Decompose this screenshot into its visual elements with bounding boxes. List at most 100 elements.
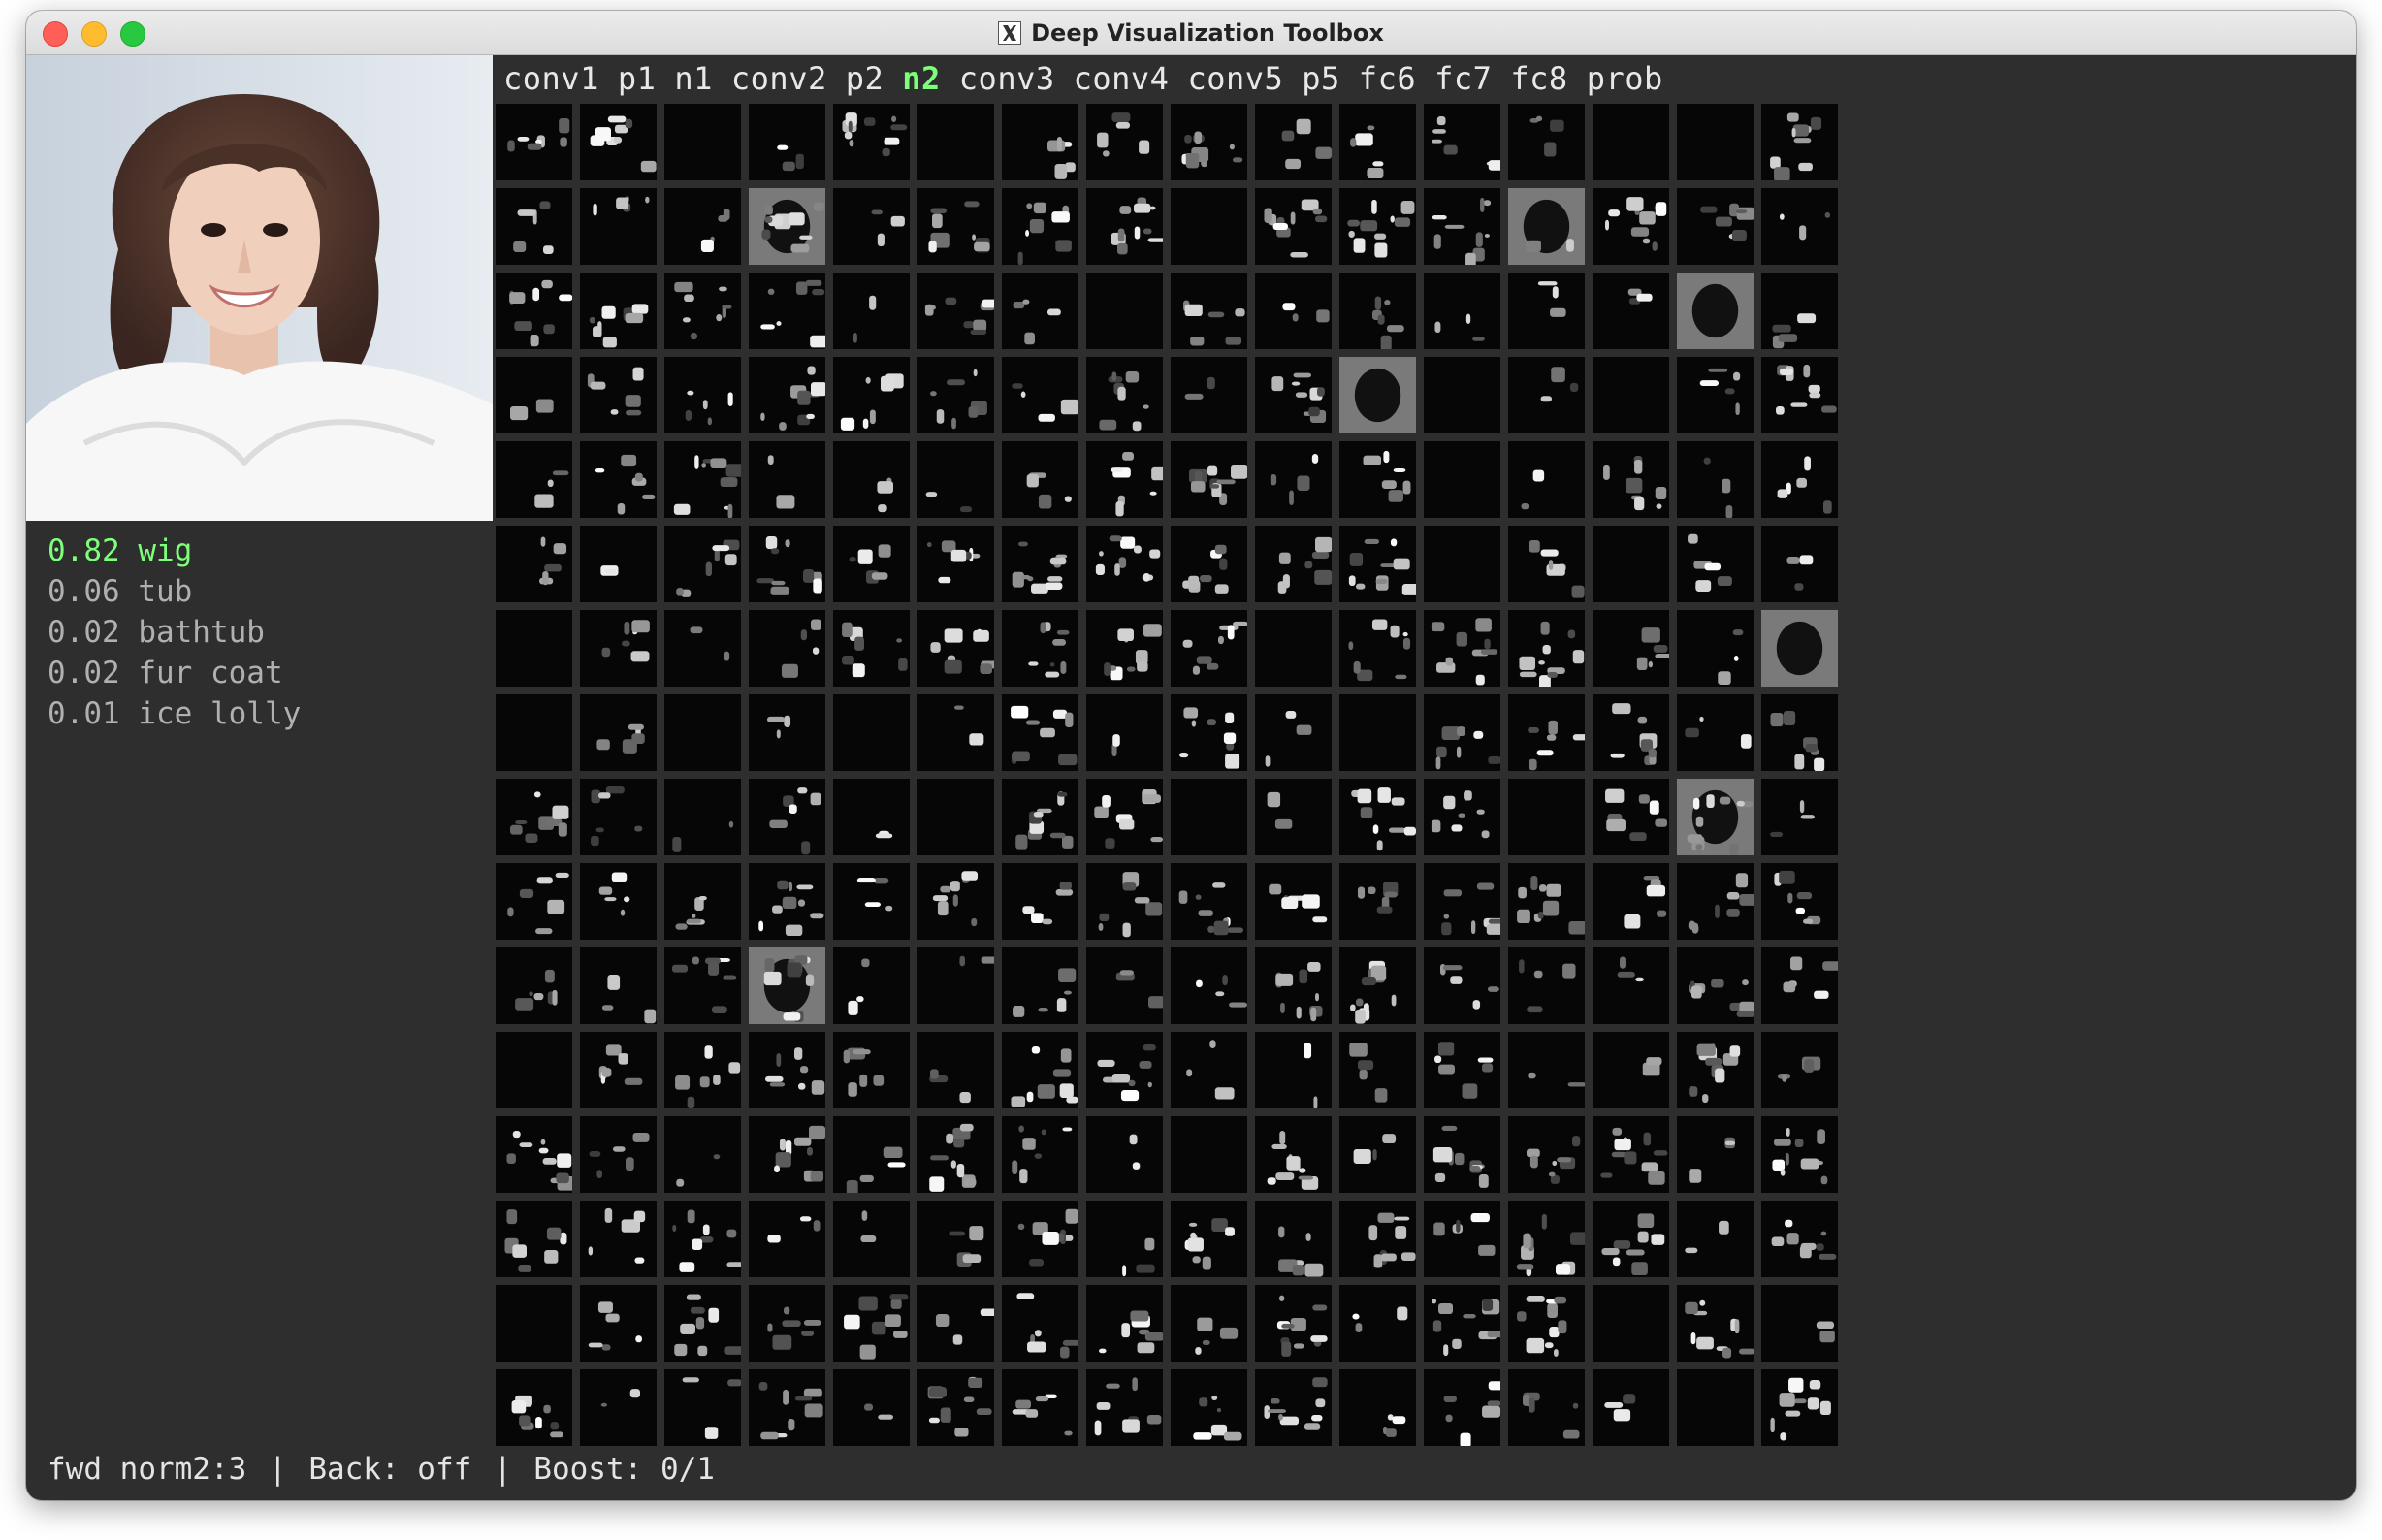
feature-map-cell[interactable] [833,1369,910,1446]
feature-map-cell[interactable] [1255,947,1332,1024]
feature-map-cell[interactable] [1086,779,1163,855]
feature-map-cell[interactable] [1761,947,1838,1024]
feature-map-cell[interactable] [917,1201,994,1277]
layer-tab-fc6[interactable]: fc6 [1359,60,1416,97]
feature-map-cell[interactable] [1424,1116,1500,1193]
layer-tab-n1[interactable]: n1 [674,60,713,97]
feature-map-cell[interactable] [580,441,657,518]
layer-tab-p1[interactable]: p1 [618,60,657,97]
feature-map-cell[interactable] [1761,610,1838,687]
feature-map-cell[interactable] [1086,694,1163,771]
feature-map-cell[interactable] [833,188,910,265]
feature-map-cell[interactable] [1339,441,1416,518]
feature-map-cell[interactable] [1339,1116,1416,1193]
feature-map-cell[interactable] [1171,1201,1247,1277]
feature-map-cell[interactable] [1761,1285,1838,1362]
feature-map-cell[interactable] [833,863,910,940]
feature-map-cell[interactable] [1677,610,1754,687]
feature-map-cell[interactable] [917,694,994,771]
feature-map-cell[interactable] [580,863,657,940]
feature-map-cell[interactable] [1002,526,1078,602]
feature-map-cell[interactable] [833,610,910,687]
layer-tab-conv1[interactable]: conv1 [503,60,599,97]
feature-map-cell[interactable] [580,273,657,349]
feature-map-cell[interactable] [917,357,994,433]
feature-map-cell[interactable] [1677,1201,1754,1277]
feature-map-cell[interactable] [1171,947,1247,1024]
layer-tab-fc8[interactable]: fc8 [1510,60,1567,97]
feature-map-cell[interactable] [833,273,910,349]
feature-map-cell[interactable] [1002,1201,1078,1277]
feature-map-cell[interactable] [496,441,572,518]
feature-map-cell[interactable] [1086,441,1163,518]
feature-map-cell[interactable] [1086,188,1163,265]
feature-map-cell[interactable] [664,1369,741,1446]
feature-map-cell[interactable] [1171,863,1247,940]
feature-map-cell[interactable] [1002,694,1078,771]
feature-map-cell[interactable] [664,1201,741,1277]
feature-map-cell[interactable] [1002,441,1078,518]
feature-map-cell[interactable] [496,526,572,602]
feature-map-cell[interactable] [1508,1201,1585,1277]
feature-map-cell[interactable] [1086,947,1163,1024]
feature-map-cell[interactable] [1761,1032,1838,1108]
feature-map-cell[interactable] [1761,1369,1838,1446]
feature-map-cell[interactable] [1508,1032,1585,1108]
feature-map-cell[interactable] [1761,694,1838,771]
feature-map-cell[interactable] [1255,1369,1332,1446]
feature-map-cell[interactable] [749,1285,825,1362]
layer-tab-conv5[interactable]: conv5 [1187,60,1283,97]
feature-map-cell[interactable] [1339,610,1416,687]
feature-map-cell[interactable] [1002,1285,1078,1362]
feature-map-cell[interactable] [1086,273,1163,349]
feature-map-cell[interactable] [833,779,910,855]
feature-map-cell[interactable] [1255,188,1332,265]
feature-map-cell[interactable] [1086,1369,1163,1446]
feature-map-cell[interactable] [1086,1201,1163,1277]
feature-map-cell[interactable] [664,104,741,180]
feature-map-cell[interactable] [1339,779,1416,855]
feature-map-cell[interactable] [1593,610,1669,687]
feature-map-cell[interactable] [1255,526,1332,602]
feature-map-cell[interactable] [1086,526,1163,602]
feature-map-cell[interactable] [1593,188,1669,265]
feature-map-cell[interactable] [917,273,994,349]
feature-map-cell[interactable] [1593,1285,1669,1362]
feature-map-cell[interactable] [1255,1285,1332,1362]
feature-map-cell[interactable] [1171,779,1247,855]
feature-map-cell[interactable] [1677,1032,1754,1108]
feature-map-cell[interactable] [1508,610,1585,687]
feature-map-cell[interactable] [917,863,994,940]
feature-map-cell[interactable] [1171,694,1247,771]
feature-map-cell[interactable] [1593,526,1669,602]
feature-map-cell[interactable] [664,188,741,265]
feature-map-cell[interactable] [1593,273,1669,349]
feature-map-cell[interactable] [1508,694,1585,771]
feature-map-cell[interactable] [1002,779,1078,855]
feature-map-cell[interactable] [1508,779,1585,855]
feature-map-cell[interactable] [1255,863,1332,940]
feature-map-cell[interactable] [749,610,825,687]
layer-tab-fc7[interactable]: fc7 [1434,60,1492,97]
feature-map-cell[interactable] [1677,104,1754,180]
feature-map-cell[interactable] [1002,188,1078,265]
feature-map-cell[interactable] [1593,947,1669,1024]
feature-map-cell[interactable] [833,1285,910,1362]
feature-map-cell[interactable] [1508,441,1585,518]
feature-map-cell[interactable] [833,357,910,433]
feature-map-cell[interactable] [833,104,910,180]
feature-map-cell[interactable] [1339,188,1416,265]
layer-tab-prob[interactable]: prob [1587,60,1663,97]
feature-map-cell[interactable] [1593,1201,1669,1277]
feature-map-cell[interactable] [833,947,910,1024]
feature-map-cell[interactable] [496,1201,572,1277]
feature-map-cell[interactable] [496,104,572,180]
feature-map-cell[interactable] [1761,1116,1838,1193]
feature-map-cell[interactable] [1677,863,1754,940]
feature-map-cell[interactable] [1761,104,1838,180]
feature-map-cell[interactable] [749,947,825,1024]
feature-map-cell[interactable] [1677,1116,1754,1193]
feature-map-cell[interactable] [1255,1032,1332,1108]
feature-map-cell[interactable] [1508,1116,1585,1193]
feature-map-cell[interactable] [1677,441,1754,518]
